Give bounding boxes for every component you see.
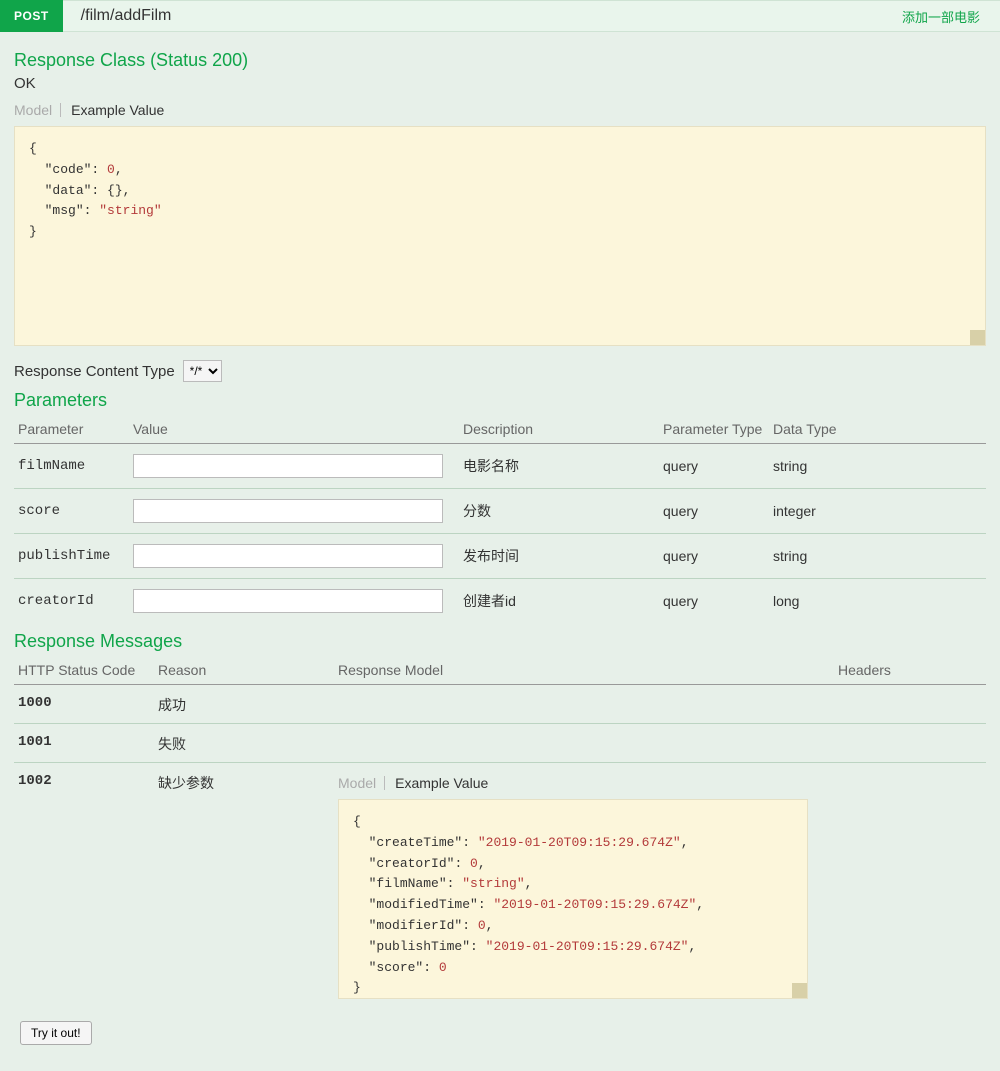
response-tabs: Model Example Value — [14, 100, 986, 120]
response-messages-header-row: HTTP Status Code Reason Response Model H… — [14, 656, 986, 685]
parameter-row: filmName 电影名称querystring — [14, 444, 986, 489]
endpoint-path: /film/addFilm — [63, 7, 190, 25]
response-reason: 缺少参数 — [154, 763, 334, 1008]
parameter-value-cell — [129, 579, 459, 624]
response-reason: 失败 — [154, 724, 334, 763]
col-reason: Reason — [154, 656, 334, 685]
col-data-type: Data Type — [769, 415, 986, 444]
parameter-data-type: string — [769, 534, 986, 579]
response-model-cell — [334, 724, 834, 763]
parameter-data-type: long — [769, 579, 986, 624]
tab-example-value[interactable]: Example Value — [71, 100, 172, 120]
operation-body: Response Class (Status 200) OK Model Exa… — [0, 32, 1000, 1059]
parameter-type: query — [659, 444, 769, 489]
parameter-description: 创建者id — [459, 579, 659, 624]
response-headers-cell — [834, 685, 986, 724]
response-message-row: 1000成功 — [14, 685, 986, 724]
tab-model[interactable]: Model — [338, 773, 384, 793]
parameter-value-input[interactable] — [133, 589, 443, 613]
parameter-description: 分数 — [459, 489, 659, 534]
tab-separator — [384, 776, 385, 790]
col-value: Value — [129, 415, 459, 444]
tab-example-value[interactable]: Example Value — [395, 773, 496, 793]
response-class-heading: Response Class (Status 200) — [14, 50, 986, 71]
method-badge: POST — [0, 0, 63, 32]
parameter-row: score 分数queryinteger — [14, 489, 986, 534]
parameter-name: publishTime — [14, 534, 129, 579]
parameter-name: filmName — [14, 444, 129, 489]
col-headers: Headers — [834, 656, 986, 685]
parameter-type: query — [659, 489, 769, 534]
response-code: 1001 — [14, 724, 154, 763]
parameter-description: 电影名称 — [459, 444, 659, 489]
response-messages-heading: Response Messages — [14, 631, 986, 652]
col-status-code: HTTP Status Code — [14, 656, 154, 685]
parameter-description: 发布时间 — [459, 534, 659, 579]
operation-summary: 添加一部电影 — [902, 7, 1000, 26]
response-model-cell — [334, 685, 834, 724]
parameters-table: Parameter Value Description Parameter Ty… — [14, 415, 986, 623]
response-model-codebox[interactable]: { "createTime": "2019-01-20T09:15:29.674… — [338, 799, 808, 999]
parameter-value-input[interactable] — [133, 499, 443, 523]
parameters-heading: Parameters — [14, 390, 986, 411]
response-model-cell: Model Example Value { "createTime": "2019-… — [334, 763, 834, 1008]
response-status-text: OK — [14, 75, 986, 92]
operation-panel: POST /film/addFilm 添加一部电影 Response Class… — [0, 0, 1000, 1071]
col-parameter-type: Parameter Type — [659, 415, 769, 444]
col-description: Description — [459, 415, 659, 444]
parameter-value-input[interactable] — [133, 544, 443, 568]
response-code: 1000 — [14, 685, 154, 724]
parameter-value-cell — [129, 444, 459, 489]
parameters-header-row: Parameter Value Description Parameter Ty… — [14, 415, 986, 444]
response-headers-cell — [834, 763, 986, 1008]
col-parameter: Parameter — [14, 415, 129, 444]
response-message-row: 1001失败 — [14, 724, 986, 763]
parameter-value-input[interactable] — [133, 454, 443, 478]
parameter-data-type: integer — [769, 489, 986, 534]
tab-model[interactable]: Model — [14, 100, 60, 120]
parameter-type: query — [659, 579, 769, 624]
response-headers-cell — [834, 724, 986, 763]
response-content-type-label: Response Content Type — [14, 363, 175, 380]
parameter-row: creatorId 创建者idquerylong — [14, 579, 986, 624]
operation-header[interactable]: POST /film/addFilm 添加一部电影 — [0, 0, 1000, 32]
parameter-row: publishTime 发布时间querystring — [14, 534, 986, 579]
try-it-out-button[interactable]: Try it out! — [20, 1021, 92, 1045]
parameter-name: creatorId — [14, 579, 129, 624]
response-messages-table: HTTP Status Code Reason Response Model H… — [14, 656, 986, 1007]
col-response-model: Response Model — [334, 656, 834, 685]
tab-separator — [60, 103, 61, 117]
response-code: 1002 — [14, 763, 154, 1008]
response-content-type-select[interactable]: */* — [183, 360, 222, 382]
parameter-value-cell — [129, 489, 459, 534]
parameter-data-type: string — [769, 444, 986, 489]
parameter-value-cell — [129, 534, 459, 579]
parameter-name: score — [14, 489, 129, 534]
response-model-tabs: Model Example Value — [338, 773, 830, 793]
response-message-row: 1002缺少参数Model Example Value { "createTime"… — [14, 763, 986, 1008]
parameter-type: query — [659, 534, 769, 579]
response-content-type-row: Response Content Type */* — [14, 360, 986, 382]
response-example-codebox[interactable]: { "code": 0, "data": {}, "msg": "string"… — [14, 126, 986, 346]
response-reason: 成功 — [154, 685, 334, 724]
